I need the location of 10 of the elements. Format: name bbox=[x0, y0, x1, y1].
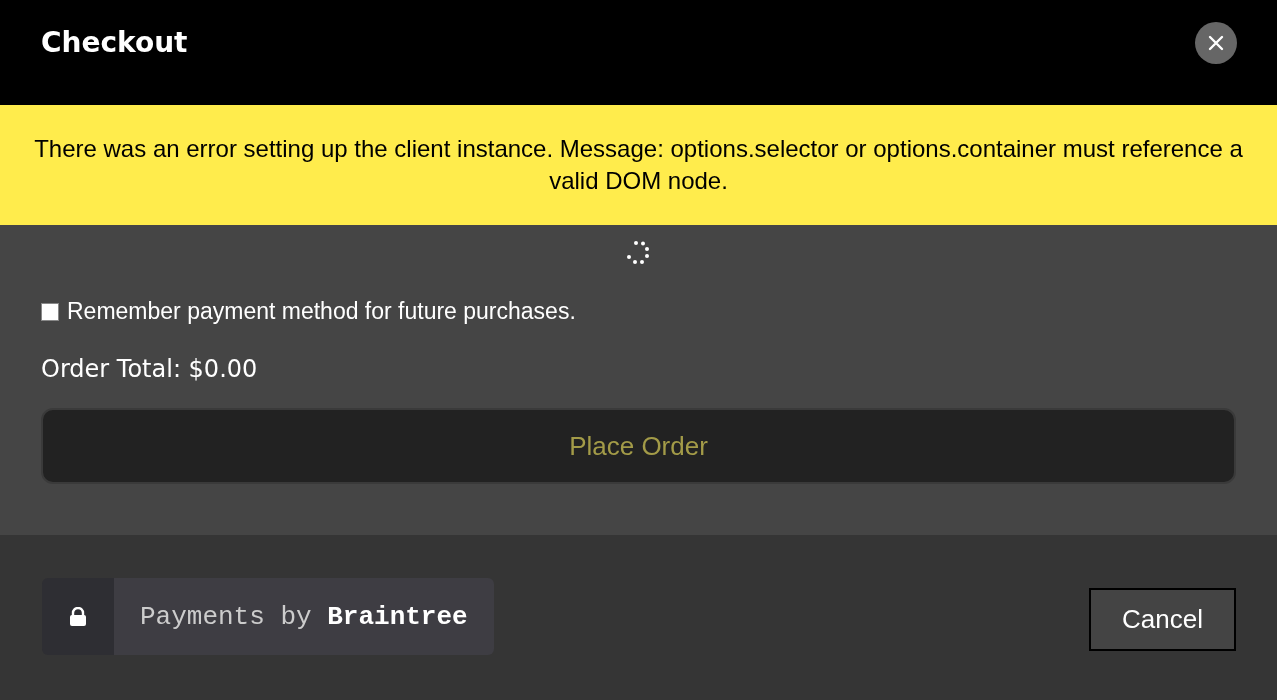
close-icon bbox=[1208, 34, 1224, 51]
close-button[interactable] bbox=[1195, 21, 1237, 64]
checkbox[interactable] bbox=[41, 302, 59, 321]
error-message: There was an error setting up the client instance. Message: options.selector or options.container must reference a valid DOM node. bbox=[33, 134, 1244, 196]
cancel-button[interactable]: Cancel bbox=[1089, 587, 1236, 651]
order-total: Order Total: $0.00 bbox=[41, 355, 259, 383]
dialog-title: Checkout bbox=[41, 26, 188, 59]
braintree-badge: Payments by Braintree bbox=[114, 578, 494, 655]
lock-icon bbox=[69, 606, 87, 627]
checkbox-label: Remember payment method for future purchases. bbox=[67, 298, 576, 325]
